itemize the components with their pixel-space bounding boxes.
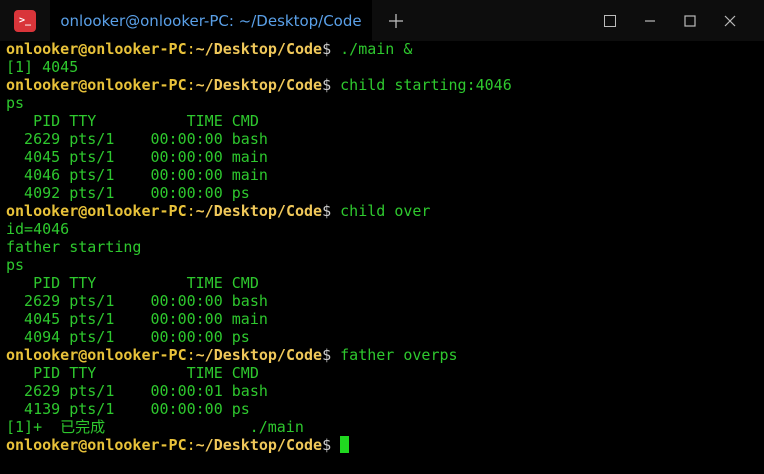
prompt-line: onlooker@onlooker-PC:~/Desktop/Code$ <box>6 436 764 454</box>
prompt-dollar: $ <box>322 202 341 220</box>
prompt-dollar: $ <box>322 436 341 454</box>
output-text: 4045 pts/1 00:00:00 main <box>6 310 268 328</box>
output-text: id=4046 <box>6 220 70 238</box>
tab-terminal[interactable]: onlooker@onlooker-PC: ~/Desktop/Code <box>50 0 372 41</box>
output-line: 4045 pts/1 00:00:00 main <box>6 148 764 166</box>
output-line: 2629 pts/1 00:00:00 bash <box>6 130 764 148</box>
prompt-path: ~/Desktop/Code <box>195 346 323 364</box>
output-line: 4092 pts/1 00:00:00 ps <box>6 184 764 202</box>
menu-button[interactable] <box>590 0 630 41</box>
output-text: 2629 pts/1 00:00:01 bash <box>6 382 268 400</box>
command-text: ./main & <box>340 40 413 58</box>
output-line: 4045 pts/1 00:00:00 main <box>6 310 764 328</box>
output-line: 4139 pts/1 00:00:00 ps <box>6 400 764 418</box>
output-line: ps <box>6 256 764 274</box>
output-text: father starting <box>6 238 142 256</box>
output-text: 4092 pts/1 00:00:00 ps <box>6 184 250 202</box>
text-cursor <box>340 436 350 453</box>
output-line: ps <box>6 94 764 112</box>
output-text: ps <box>6 94 25 112</box>
prompt-user-host: onlooker@onlooker-PC <box>6 346 187 364</box>
close-icon <box>724 15 736 26</box>
output-text: PID TTY TIME CMD <box>6 112 259 130</box>
output-line: father starting <box>6 238 764 256</box>
prompt-dollar: $ <box>322 40 341 58</box>
output-text: ps <box>6 256 25 274</box>
prompt-colon: : <box>186 76 196 94</box>
minimize-icon <box>645 19 655 22</box>
output-text: [1]+ 已完成 ./main <box>6 418 304 436</box>
prompt-colon: : <box>186 436 196 454</box>
output-text: 2629 pts/1 00:00:00 bash <box>6 130 268 148</box>
output-text: 4139 pts/1 00:00:00 ps <box>6 400 250 418</box>
tab-title: onlooker@onlooker-PC: ~/Desktop/Code <box>60 11 362 30</box>
close-button[interactable] <box>710 0 750 41</box>
output-line: PID TTY TIME CMD <box>6 112 764 130</box>
command-text: father overps <box>340 346 458 364</box>
terminal-output[interactable]: onlooker@onlooker-PC:~/Desktop/Code$ ./m… <box>6 40 764 454</box>
terminal-icon[interactable]: >_ <box>14 9 36 32</box>
prompt-dollar: $ <box>322 346 341 364</box>
prompt-colon: : <box>186 346 196 364</box>
output-text: 4046 pts/1 00:00:00 main <box>6 166 268 184</box>
minimize-button[interactable] <box>630 0 670 41</box>
output-line: PID TTY TIME CMD <box>6 364 764 382</box>
prompt-user-host: onlooker@onlooker-PC <box>6 40 187 58</box>
prompt-dollar: $ <box>322 76 341 94</box>
titlebar-drag-area[interactable] <box>420 0 590 41</box>
output-line: id=4046 <box>6 220 764 238</box>
maximize-icon <box>684 14 696 27</box>
plus-icon <box>389 13 403 28</box>
output-text: 2629 pts/1 00:00:00 bash <box>6 292 268 310</box>
prompt-colon: : <box>186 202 196 220</box>
window-controls <box>590 0 764 41</box>
prompt-user-host: onlooker@onlooker-PC <box>6 76 187 94</box>
command-text: child over <box>340 202 431 220</box>
command-text: child starting:4046 <box>340 76 512 94</box>
output-text: PID TTY TIME CMD <box>6 364 259 382</box>
output-text: PID TTY TIME CMD <box>6 274 259 292</box>
output-text: 4045 pts/1 00:00:00 main <box>6 148 268 166</box>
output-text: [1] 4045 <box>6 58 79 76</box>
output-text: 4094 pts/1 00:00:00 ps <box>6 328 250 346</box>
output-line: 2629 pts/1 00:00:01 bash <box>6 382 764 400</box>
prompt-line: onlooker@onlooker-PC:~/Desktop/Code$ chi… <box>6 202 764 220</box>
terminal-window: >_ onlooker@onlooker-PC: ~/Desktop/Code <box>0 0 764 474</box>
prompt-path: ~/Desktop/Code <box>195 76 323 94</box>
prompt-path: ~/Desktop/Code <box>195 436 323 454</box>
output-line: 4046 pts/1 00:00:00 main <box>6 166 764 184</box>
prompt-line: onlooker@onlooker-PC:~/Desktop/Code$ fat… <box>6 346 764 364</box>
prompt-path: ~/Desktop/Code <box>195 40 323 58</box>
prompt-user-host: onlooker@onlooker-PC <box>6 202 187 220</box>
output-line: 2629 pts/1 00:00:00 bash <box>6 292 764 310</box>
prompt-path: ~/Desktop/Code <box>195 202 323 220</box>
output-line: [1]+ 已完成 ./main <box>6 418 764 436</box>
prompt-user-host: onlooker@onlooker-PC <box>6 436 187 454</box>
output-line: 4094 pts/1 00:00:00 ps <box>6 328 764 346</box>
terminal-icon-glyph: >_ <box>18 15 32 26</box>
maximize-button[interactable] <box>670 0 710 41</box>
output-line: [1] 4045 <box>6 58 764 76</box>
prompt-line: onlooker@onlooker-PC:~/Desktop/Code$ chi… <box>6 76 764 94</box>
titlebar: >_ onlooker@onlooker-PC: ~/Desktop/Code <box>0 0 764 41</box>
prompt-colon: : <box>186 40 196 58</box>
output-line: PID TTY TIME CMD <box>6 274 764 292</box>
prompt-line: onlooker@onlooker-PC:~/Desktop/Code$ ./m… <box>6 40 764 58</box>
menu-icon <box>604 14 616 27</box>
app-icon-container[interactable]: >_ <box>0 0 50 41</box>
new-tab-button[interactable] <box>372 0 420 41</box>
